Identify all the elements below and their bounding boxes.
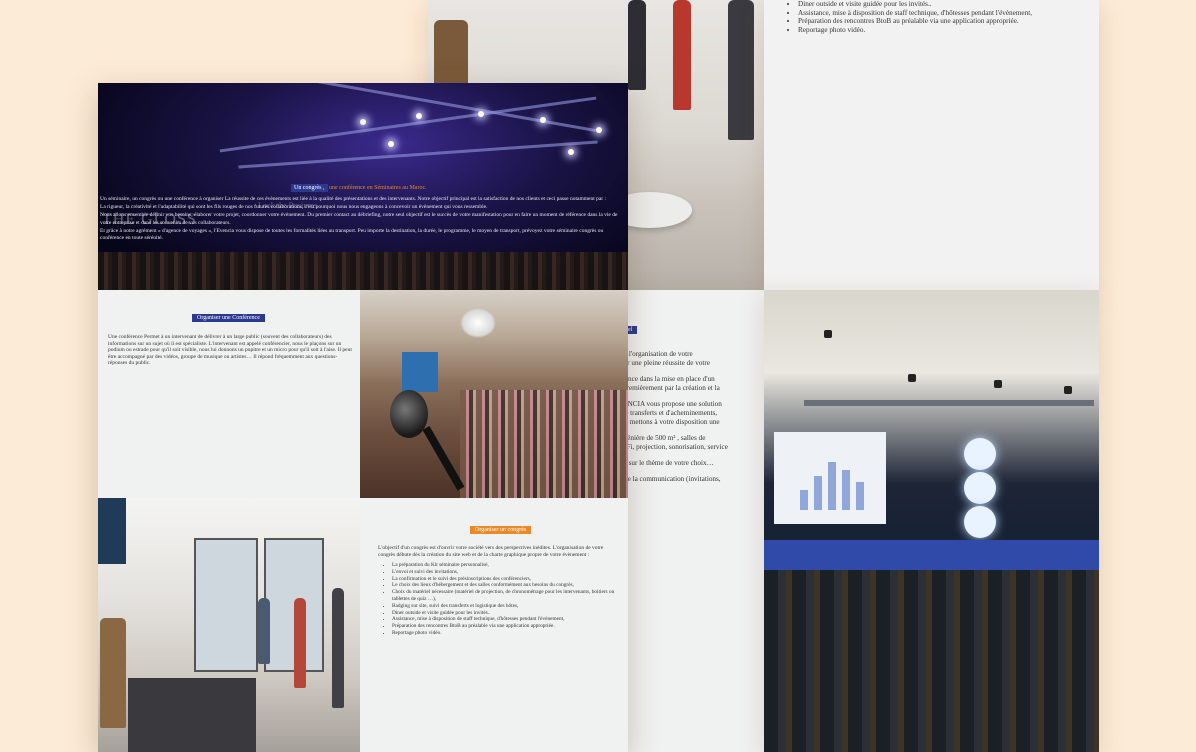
text-line: ), de la communication (invitations,: [618, 475, 721, 483]
text-line: agence dans la mise en place d'un: [618, 375, 715, 383]
hero-description: Un séminaire, un congrès ou une conféren…: [100, 196, 620, 243]
stage-light-circle: [964, 438, 996, 470]
congres-intro: L'objectif d'un congrès est d'ouvrir vot…: [378, 545, 604, 558]
text-line: ous mettons à votre disposition une: [618, 418, 720, 426]
microphone-photo: [360, 290, 628, 498]
audience-crowd: [460, 390, 628, 498]
person-figure: [100, 618, 126, 728]
truss-bar: [804, 400, 1094, 406]
reception-desk: [128, 678, 256, 752]
audience-crowd: [98, 252, 628, 290]
ceiling-light: [908, 374, 916, 382]
chart-bar-icon: [828, 462, 836, 510]
hero-banner: THE GLOSS Look the Business Un congrès ,…: [98, 83, 628, 290]
list-item: Reportage photo vidéo.: [798, 26, 1098, 35]
conference-section: Organiser une Conférence Une conférence …: [98, 290, 360, 498]
hero-paragraph: Et grâce à notre agrément « d'agence de …: [100, 227, 604, 242]
person-figure: [332, 588, 344, 708]
list-item: Badging sur site, suivi des transferts e…: [392, 603, 628, 610]
hero-tag-main: Un congrès ,: [291, 184, 328, 192]
list-item: Choix du matériel nécessaire (matériel d…: [392, 589, 628, 603]
stage-light-circle: [964, 506, 996, 538]
conference-hall-photo: [764, 290, 1099, 752]
stage-light-circle: [964, 472, 996, 504]
hero-paragraph: La rigueur, la créativité et l'adaptabil…: [100, 204, 488, 211]
front-page: THE GLOSS Look the Business Un congrès ,…: [98, 83, 628, 752]
person-figure: [628, 0, 646, 90]
text-line: rge l'organisation de votre: [618, 350, 693, 358]
text-line: VENCIA vous propose une solution: [618, 400, 722, 408]
stage-light: [478, 111, 484, 117]
congres-list-back: Diner outside et visite guidée pour les …: [764, 0, 1099, 290]
hero-tag-accent: une conférence en Séminaires au Maroc.: [329, 185, 427, 191]
stage-light: [596, 127, 602, 133]
hero-paragraph: Un séminaire, un congrès ou une conféren…: [100, 196, 607, 202]
display-screen: [98, 498, 126, 564]
ceiling-light: [994, 380, 1002, 388]
person-figure: [434, 20, 468, 90]
chart-bar-icon: [814, 476, 822, 510]
chart-bar-icon: [856, 482, 864, 510]
chandelier: [460, 308, 496, 338]
glass-door: [194, 538, 258, 672]
truss-bar: [300, 83, 596, 133]
hero-paragraph: Nous allons ensemble définir vos besoins…: [100, 212, 618, 226]
text-line: e premièrement par la création et la: [618, 384, 720, 392]
list-item: L'envoi et suivi des invitations,: [392, 569, 628, 576]
microphone-stand: [422, 426, 465, 491]
stage-light: [416, 113, 422, 119]
list-item: Assistance, mise à disposition de staff …: [392, 616, 628, 623]
person-figure: [673, 0, 691, 110]
list-item: Reportage photo vidéo.: [392, 630, 628, 637]
list-item: La préparation du Kit séminaire personna…: [392, 562, 628, 569]
ceiling-light: [1064, 386, 1072, 394]
stage-light: [388, 141, 394, 147]
chart-bar-icon: [842, 470, 850, 510]
stage-light: [360, 119, 366, 125]
lobby-photo: [98, 498, 360, 752]
projection-screen: [402, 352, 438, 392]
audience-crowd: [764, 570, 1099, 752]
congres-list: La préparation du Kit séminaire personna…: [382, 562, 628, 637]
person-figure: [728, 0, 754, 140]
congres-section: Organiser un congrès L'objectif d'un con…: [360, 498, 628, 752]
conference-text: Une conférence Permet à un intervenant d…: [108, 334, 352, 367]
truss-bar: [238, 140, 598, 169]
person-figure: [294, 598, 306, 688]
text-line: rée sur le thème de votre choix…: [618, 459, 714, 467]
person-figure: [258, 598, 270, 664]
congres-title: Organiser un congrès: [470, 526, 532, 534]
list-item: Diner outside et visite guidée pour les …: [798, 0, 1098, 9]
list-item: Assistance, mise à disposition de staff …: [798, 9, 1098, 18]
stage-light: [568, 149, 574, 155]
chart-bar-icon: [800, 490, 808, 510]
conference-title: Organiser une Conférence: [192, 314, 265, 322]
list-item: Préparation des rencontres BtoB au préal…: [392, 623, 628, 630]
list-item: Préparation des rencontres BtoB au préal…: [798, 17, 1098, 26]
projection-screen: [774, 432, 886, 524]
text-line: urer une pleine réussite de votre: [618, 359, 711, 367]
hero-tagline: Un congrès , une conférence en Séminaire…: [291, 184, 427, 192]
microphone-icon: [390, 390, 428, 438]
ceiling-light: [824, 330, 832, 338]
section-text: rge l'organisation de votre urer une plei…: [618, 350, 758, 491]
bullet-list: Diner outside et visite guidée pour les …: [786, 0, 1098, 34]
text-line: , de transferts et d'acheminements,: [618, 409, 718, 417]
text-line: , plénière de 500 m² , salles de: [618, 434, 706, 442]
stage-light: [540, 117, 546, 123]
text-line: WiFi, projection, sonorisation, service: [618, 443, 728, 451]
